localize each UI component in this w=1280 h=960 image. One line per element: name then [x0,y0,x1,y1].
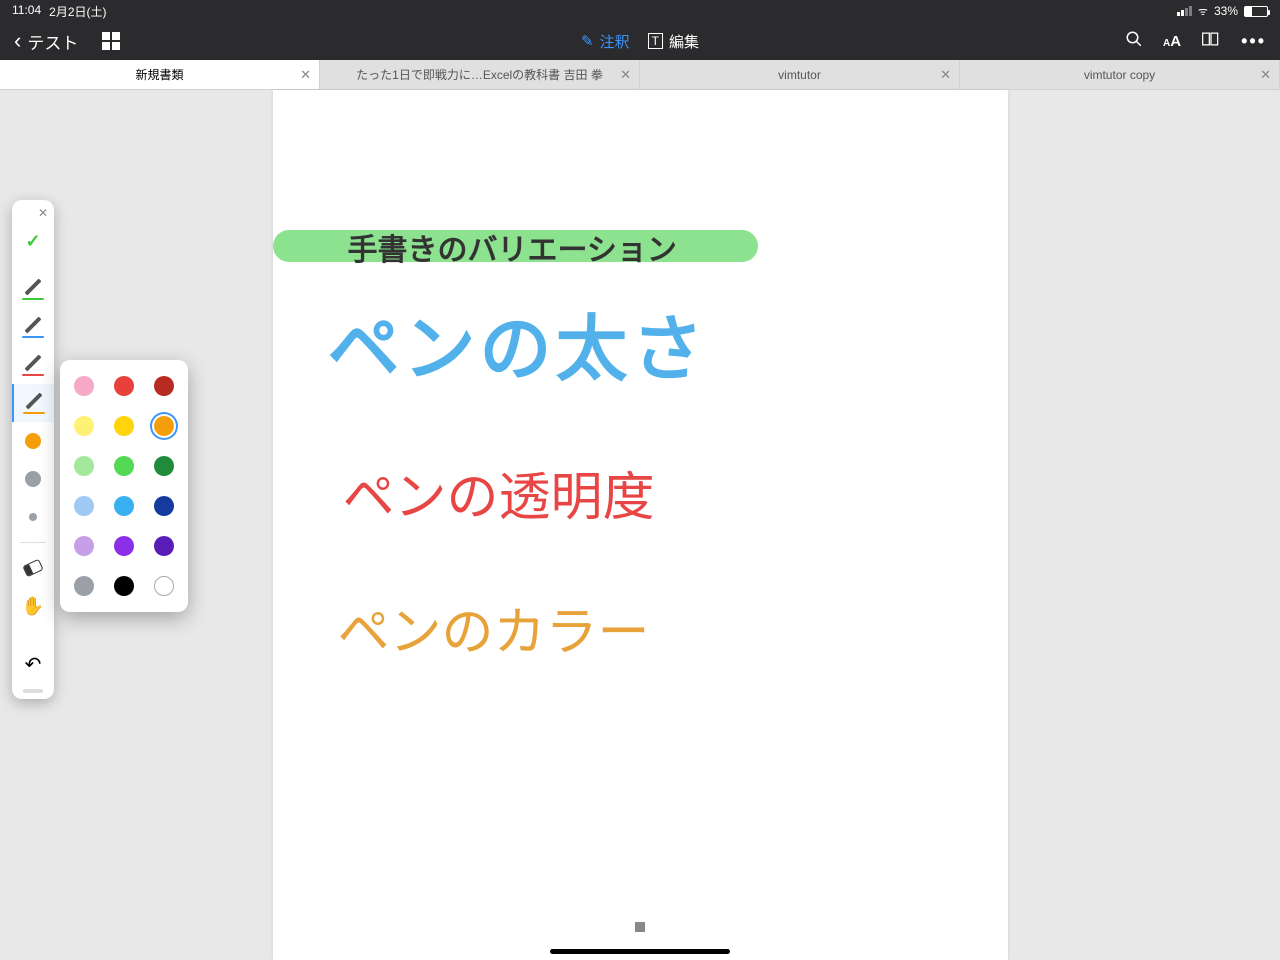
separator [20,542,46,543]
undo-icon: ↶ [25,652,42,677]
color-swatch-12[interactable] [74,536,94,556]
top-toolbar: ‹ テスト ✎ 注釈 T 編集 AA ••• [0,22,1280,60]
pencil-icon: ✎ [581,32,594,50]
handwriting-blue: ペンの太さ [328,290,708,395]
tab-label: vimtutor [778,68,821,82]
color-swatch-16[interactable] [114,576,134,596]
tab-close-button[interactable]: ✕ [620,67,631,83]
hand-icon: ✋ [22,596,44,617]
color-palette-popover [60,360,188,612]
eraser-icon [22,559,43,577]
undo-button[interactable]: ↶ [12,645,54,683]
chevron-left-icon: ‹ [14,30,21,52]
close-toolbar-button[interactable]: ✕ [38,206,48,220]
pen-preset-3[interactable] [12,346,54,384]
tab-3[interactable]: vimtutor copy ✕ [960,60,1280,89]
color-swatch-15[interactable] [74,576,94,596]
pan-button[interactable]: ✋ [12,587,54,625]
tab-label: 新規書類 [135,66,183,83]
color-swatch-4[interactable] [114,416,134,436]
tab-label: たった1日で即戦力に…Excelの教科書 吉田 拳 [356,66,603,83]
color-swatch-13[interactable] [114,536,134,556]
scroll-indicator [635,922,645,932]
canvas-area: 手書きのバリエーション ペンの太さ ペンの透明度 ペンのカラー [0,90,1280,960]
status-bar: 11:04 2月2日(土) ᯤ 33% [0,0,1280,22]
color-swatch-0[interactable] [74,376,94,396]
pen-preset-2[interactable] [12,308,54,346]
color-swatch-10[interactable] [114,496,134,516]
color-orange-button[interactable] [12,422,54,460]
check-icon: ✓ [25,231,40,252]
appearance-button[interactable]: AA [1163,33,1181,50]
tab-close-button[interactable]: ✕ [1260,67,1271,83]
tab-close-button[interactable]: ✕ [300,67,311,83]
pen-preset-4[interactable] [12,384,54,422]
search-button[interactable] [1125,30,1143,53]
more-button[interactable]: ••• [1241,31,1266,52]
handwriting-red: ペンの透明度 [343,455,655,530]
back-label: テスト [27,29,78,54]
color-swatch-11[interactable] [154,496,174,516]
edit-label: 編集 [669,31,699,52]
edit-mode-button[interactable]: T 編集 [648,31,699,52]
status-time: 11:04 [12,3,41,20]
color-swatch-5[interactable] [154,416,174,436]
color-gray-button[interactable] [12,460,54,498]
tab-bar: 新規書類 ✕ たった1日で即戦力に…Excelの教科書 吉田 拳 ✕ vimtutor ✕… [0,60,1280,90]
tab-label: vimtutor copy [1084,68,1155,82]
tab-2[interactable]: vimtutor ✕ [640,60,960,89]
handwriting-title: 手書きのバリエーション [348,225,677,269]
tab-0[interactable]: 新規書類 ✕ [0,60,320,89]
color-swatch-2[interactable] [154,376,174,396]
cell-signal-icon [1177,6,1192,16]
wifi-icon: ᯤ [1198,4,1208,19]
color-swatch-17[interactable] [154,576,174,596]
battery-icon [1244,6,1268,17]
color-swatch-8[interactable] [154,456,174,476]
document-page[interactable]: 手書きのバリエーション ペンの太さ ペンの透明度 ペンのカラー [273,90,1008,960]
reading-view-button[interactable] [1201,31,1221,52]
annotate-label: 注釈 [600,31,630,52]
handwriting-orange: ペンのカラー [338,590,650,665]
thumbnails-button[interactable] [102,32,120,50]
confirm-button[interactable]: ✓ [12,222,54,260]
color-swatch-9[interactable] [74,496,94,516]
color-swatch-7[interactable] [114,456,134,476]
color-swatch-1[interactable] [114,376,134,396]
color-swatch-3[interactable] [74,416,94,436]
text-cursor-icon: T [648,33,663,49]
back-button[interactable]: ‹ テスト [14,29,78,54]
pen-preset-1[interactable] [12,270,54,308]
battery-percent: 33% [1214,4,1238,18]
color-swatch-6[interactable] [74,456,94,476]
thickness-button[interactable] [12,498,54,536]
toolbar-drag-handle[interactable] [23,689,43,693]
pen-toolbar: ✕ ✓ ✋ ↶ [12,200,54,699]
tab-close-button[interactable]: ✕ [940,67,951,83]
eraser-button[interactable] [12,549,54,587]
color-swatch-14[interactable] [154,536,174,556]
tab-1[interactable]: たった1日で即戦力に…Excelの教科書 吉田 拳 ✕ [320,60,640,89]
status-date: 2月2日(土) [49,3,106,20]
annotate-mode-button[interactable]: ✎ 注釈 [581,31,630,52]
home-indicator [550,949,730,954]
